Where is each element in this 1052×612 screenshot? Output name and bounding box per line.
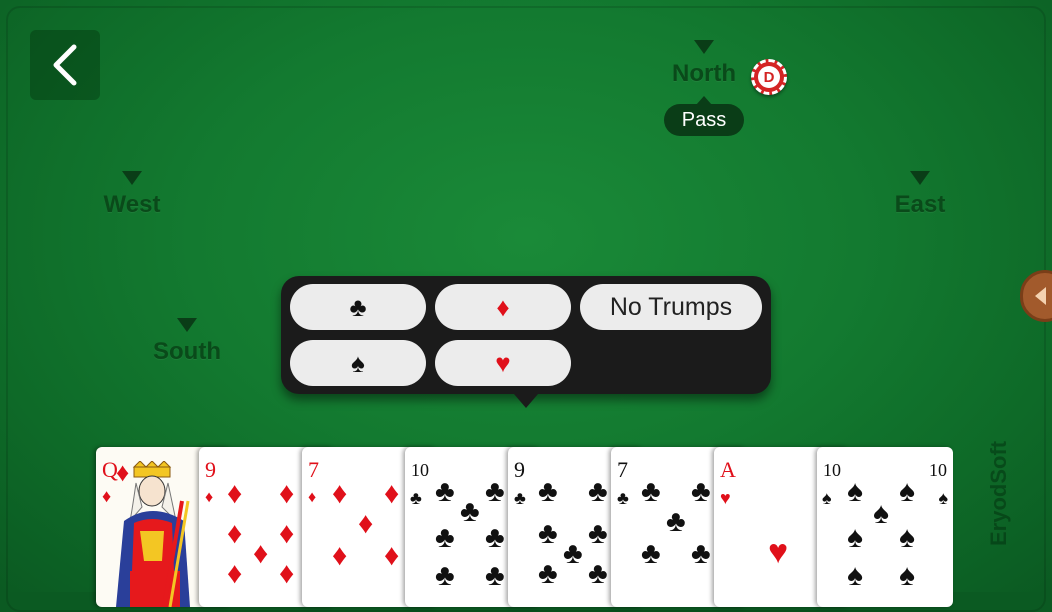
chevron-left-icon — [53, 44, 77, 86]
diamonds-button[interactable]: ♦ — [435, 284, 571, 330]
card-suit-icon: ♣ — [410, 488, 422, 508]
queen-figure-icon — [116, 461, 190, 607]
clubs-icon: ♣ — [349, 291, 367, 322]
card-suit-icon: ♣ — [617, 488, 629, 508]
card-rank: 7 — [617, 457, 628, 482]
card-pip: ♣ — [641, 475, 661, 508]
card-rank: 7 — [308, 457, 319, 482]
spades-button[interactable]: ♠ — [290, 340, 426, 386]
player-hand: Q ♦ ♦ 9 ♦ ♦ ♦ ♦ ♦ ♦ ♦ ♦ 7 ♦ ♦ ♦ ♦ ♦ ♦ 10… — [96, 447, 956, 607]
card-pip: ♦ — [384, 539, 400, 572]
seat-west-arrow-icon — [122, 171, 142, 185]
card-pip: ♣ — [563, 537, 583, 570]
seat-west: West — [92, 171, 172, 219]
card-pip: ♦ — [227, 557, 243, 590]
clubs-button[interactable]: ♣ — [290, 284, 426, 330]
card-pip: ♣ — [538, 517, 558, 550]
card-pip: ♣ — [485, 559, 505, 592]
card-pip: ♣ — [460, 495, 480, 528]
hearts-button[interactable]: ♥ — [435, 340, 571, 386]
card-suit-icon: ♠ — [938, 488, 948, 508]
card-rank: 9 — [514, 457, 525, 482]
trump-selector-panel: ♣ ♦ No Trumps ♠ ♥ — [281, 276, 771, 408]
seat-east-label: East — [894, 191, 946, 218]
card-rank: 10 — [823, 460, 841, 480]
card-pip: ♠ — [847, 475, 863, 508]
card-suit-icon: ♠ — [822, 488, 832, 508]
seat-east: East — [880, 171, 960, 219]
seat-south-arrow-icon — [177, 318, 197, 332]
card-suit-icon: ♦ — [205, 489, 214, 506]
no-trumps-button[interactable]: No Trumps — [580, 284, 762, 330]
no-trumps-label: No Trumps — [609, 292, 733, 321]
card-pip: ♣ — [691, 475, 711, 508]
card-pip: ♠ — [899, 521, 915, 554]
card-rank: A — [720, 457, 736, 482]
card-rank-right: 10 — [929, 460, 947, 480]
card-pip: ♠ — [899, 475, 915, 508]
card-pip: ♣ — [538, 557, 558, 590]
card-pip: ♦ — [227, 517, 243, 550]
card-pip: ♦ — [279, 517, 295, 550]
back-button[interactable] — [30, 30, 100, 100]
dealer-chip-letter: D — [758, 66, 780, 88]
hearts-icon: ♥ — [495, 347, 511, 378]
card-pip: ♣ — [435, 521, 455, 554]
card-pip: ♠ — [873, 497, 889, 530]
seat-south: South — [147, 318, 227, 366]
card-suit-icon: ♥ — [720, 488, 731, 508]
card-suit-icon: ♣ — [514, 488, 526, 508]
eryodsoft-watermark-logo: EryodSoft — [986, 440, 1011, 546]
card-pip: ♣ — [666, 505, 686, 538]
card-pip: ♦ — [227, 477, 243, 510]
card-pip: ♦ — [332, 477, 348, 510]
card-suit-icon: ♦ — [308, 489, 317, 506]
card-pip: ♦ — [279, 477, 295, 510]
card-pip: ♣ — [435, 559, 455, 592]
card-pip: ♣ — [641, 537, 661, 570]
seat-north-label: North — [672, 60, 736, 87]
card-pip: ♣ — [588, 557, 608, 590]
card-pip: ♠ — [899, 559, 915, 592]
card-pip: ♣ — [588, 475, 608, 508]
card-pip: ♦ — [358, 507, 374, 540]
card-pip: ♣ — [538, 475, 558, 508]
card-pip: ♠ — [847, 521, 863, 554]
arrow-left-icon — [1035, 287, 1046, 305]
card-pip: ♦ — [332, 539, 348, 572]
card-10-spades[interactable]: 10 10 ♠ ♠ ♠ ♠ ♠ ♠ ♠ ♠ ♠ — [817, 447, 953, 607]
seat-south-label: South — [153, 338, 221, 365]
diamonds-icon: ♦ — [496, 291, 510, 322]
card-rank: 9 — [205, 457, 216, 482]
card-rank: 10 — [411, 460, 429, 480]
seat-west-label: West — [103, 191, 161, 218]
card-pip: ♣ — [588, 517, 608, 550]
card-pip: ♦ — [253, 537, 269, 570]
seat-north-arrow-icon — [694, 40, 714, 54]
seat-east-arrow-icon — [910, 171, 930, 185]
spades-icon: ♠ — [351, 347, 365, 378]
card-pip: ♠ — [847, 559, 863, 592]
seat-north: North — [664, 40, 744, 88]
card-pip: ♦ — [279, 557, 295, 590]
card-pip: ♥ — [768, 533, 789, 571]
card-pip: ♣ — [485, 521, 505, 554]
north-bid-bubble: Pass — [664, 96, 744, 136]
card-pip: ♣ — [485, 475, 505, 508]
card-pip: ♣ — [691, 537, 711, 570]
dealer-chip: D — [751, 59, 787, 95]
card-pip: ♦ — [384, 477, 400, 510]
card-pip: ♣ — [435, 475, 455, 508]
